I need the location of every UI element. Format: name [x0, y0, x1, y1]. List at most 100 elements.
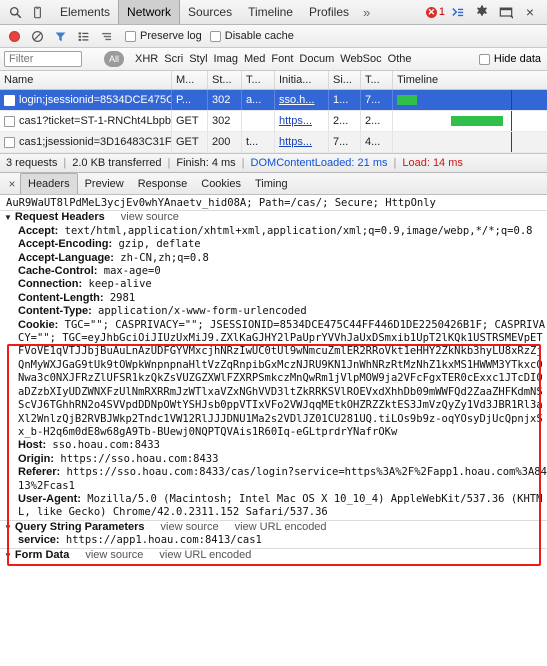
request-type-swatch: [4, 115, 15, 127]
summary-finish: Finish: 4 ms: [176, 157, 236, 169]
tab-network[interactable]: Network: [118, 0, 181, 24]
dock-side-icon[interactable]: [495, 0, 517, 24]
request-name-cell[interactable]: cas1?ticket=ST-1-RNCht4LbpbA...: [0, 111, 172, 131]
filter-type-list: XHR Scri Styl Imag Med Font Docum WebSoc…: [132, 53, 415, 65]
record-button[interactable]: [4, 26, 25, 47]
device-toolbar-icon[interactable]: [26, 0, 48, 24]
large-rows-button[interactable]: [73, 26, 94, 47]
filter-type-document[interactable]: Docum: [296, 53, 337, 65]
tab-response[interactable]: Response: [131, 174, 195, 194]
request-initiator[interactable]: https...: [275, 111, 329, 131]
header-cache-control: Cache-Control: max-age=0: [18, 265, 161, 278]
column-header-status[interactable]: St...: [208, 71, 242, 89]
search-icon[interactable]: [4, 0, 26, 24]
checkbox-box: [209, 30, 221, 42]
request-initiator[interactable]: https...: [275, 132, 329, 152]
summary-load: Load: 14 ms: [402, 157, 463, 169]
close-icon[interactable]: ×: [519, 0, 541, 24]
tab-timeline[interactable]: Timeline: [240, 0, 301, 24]
chevron-down-icon: ▼: [4, 522, 12, 532]
request-initiator[interactable]: sso.h...: [275, 90, 329, 110]
header-referer: Referer: https://sso.hoau.com:8433/cas/l…: [18, 466, 547, 492]
request-name-cell[interactable]: login;jsessionid=8534DCE475C...: [0, 90, 172, 110]
filter-button[interactable]: [50, 26, 71, 47]
filter-type-style[interactable]: Styl: [186, 53, 210, 65]
column-header-timeline[interactable]: Timeline: [393, 71, 547, 89]
table-row[interactable]: cas1?ticket=ST-1-RNCht4LbpbA... GET 302 …: [0, 111, 547, 132]
request-headers-section[interactable]: ▼ Request Headers view source: [0, 210, 547, 224]
preserve-log-checkbox[interactable]: Preserve log: [125, 30, 202, 42]
column-header-time[interactable]: T...: [361, 71, 393, 89]
summary-separator: |: [241, 157, 245, 169]
tab-timing[interactable]: Timing: [248, 174, 295, 194]
hide-data-urls-label: Hide data: [493, 53, 541, 65]
view-source-link[interactable]: view source: [85, 549, 143, 562]
request-size: 2...: [329, 111, 361, 131]
timeline-bar: [451, 116, 503, 126]
form-data-title: Form Data: [14, 548, 70, 561]
query-string-parameters-section[interactable]: ▼ Query String Parameters view source vi…: [0, 519, 547, 534]
request-name-cell[interactable]: cas1;jsessionid=3D16483C31F8...: [0, 132, 172, 152]
column-header-name[interactable]: Name: [0, 71, 172, 89]
close-detail-icon[interactable]: ×: [4, 177, 20, 191]
header-accept-language: Accept-Language: zh-CN,zh;q=0.8: [18, 251, 209, 264]
filter-type-other[interactable]: Othe: [385, 53, 415, 65]
disable-cache-checkbox[interactable]: Disable cache: [209, 30, 294, 42]
more-panels-button[interactable]: »: [357, 5, 376, 20]
filter-bar: All XHR Scri Styl Imag Med Font Docum We…: [0, 48, 547, 71]
request-type-swatch: [4, 94, 15, 106]
capture-screenshots-button[interactable]: [96, 26, 117, 47]
summary-separator: |: [393, 157, 397, 169]
view-source-link[interactable]: view source: [121, 211, 179, 224]
request-time: 2...: [361, 111, 393, 131]
table-row[interactable]: login;jsessionid=8534DCE475C... P... 302…: [0, 90, 547, 111]
tab-elements[interactable]: Elements: [52, 0, 118, 24]
clear-button[interactable]: [27, 26, 48, 47]
tab-bar-right-controls: ✕ 1 ×: [425, 0, 543, 24]
error-icon: ✕: [425, 6, 437, 18]
filter-type-font[interactable]: Font: [268, 53, 296, 65]
request-time: 4...: [361, 132, 393, 152]
table-row[interactable]: cas1;jsessionid=3D16483C31F8... GET 200 …: [0, 132, 547, 153]
request-type: [242, 111, 275, 131]
error-count: 1: [438, 6, 445, 18]
filter-type-image[interactable]: Imag: [211, 53, 241, 65]
filter-type-all[interactable]: All: [104, 51, 124, 67]
header-connection: Connection: keep-alive: [18, 278, 152, 291]
header-cookie: Cookie: TGC=""; CASPRIVACY=""; JSESSIONI…: [18, 318, 546, 438]
console-drawer-icon[interactable]: [447, 0, 469, 24]
header-content-type: Content-Type: application/x-www-form-url…: [18, 305, 307, 318]
error-badge[interactable]: ✕ 1: [425, 6, 445, 18]
tab-profiles[interactable]: Profiles: [301, 0, 357, 24]
view-source-link[interactable]: view source: [161, 521, 219, 534]
column-header-type[interactable]: T...: [242, 71, 275, 89]
filter-type-script[interactable]: Scri: [161, 53, 186, 65]
tab-sources[interactable]: Sources: [180, 0, 240, 24]
network-toolbar: Preserve log Disable cache: [0, 25, 547, 48]
request-status: 302: [208, 90, 242, 110]
column-header-size[interactable]: Si...: [329, 71, 361, 89]
header-host: Host: sso.hoau.com:8433: [18, 439, 160, 452]
column-header-initiator[interactable]: Initia...: [275, 71, 329, 89]
filter-input[interactable]: [4, 51, 82, 67]
filter-type-media[interactable]: Med: [241, 53, 268, 65]
requests-table-body: login;jsessionid=8534DCE475C... P... 302…: [0, 90, 547, 153]
column-header-method[interactable]: M...: [172, 71, 208, 89]
tab-headers[interactable]: Headers: [20, 173, 78, 194]
form-data-section[interactable]: ▼ Form Data view source view URL encoded: [0, 547, 547, 562]
query-param-service: service: https://app1.hoau.com:8413/cas1: [18, 534, 262, 547]
filter-type-websocket[interactable]: WebSoc: [337, 53, 384, 65]
view-url-encoded-link[interactable]: view URL encoded: [235, 521, 327, 534]
gear-icon[interactable]: [471, 0, 493, 24]
tab-preview[interactable]: Preview: [78, 174, 131, 194]
panel-tabs: Elements Network Sources Timeline Profil…: [52, 0, 376, 24]
view-url-encoded-link[interactable]: view URL encoded: [159, 549, 251, 562]
chevron-down-icon: ▼: [4, 213, 12, 223]
request-timeline: [393, 132, 547, 152]
timeline-bar: [397, 95, 417, 105]
chevron-down-icon: ▼: [4, 550, 12, 560]
filter-type-xhr[interactable]: XHR: [132, 53, 161, 65]
request-type: t...: [242, 132, 275, 152]
hide-data-urls-checkbox[interactable]: Hide data: [478, 53, 543, 65]
tab-cookies[interactable]: Cookies: [194, 174, 248, 194]
